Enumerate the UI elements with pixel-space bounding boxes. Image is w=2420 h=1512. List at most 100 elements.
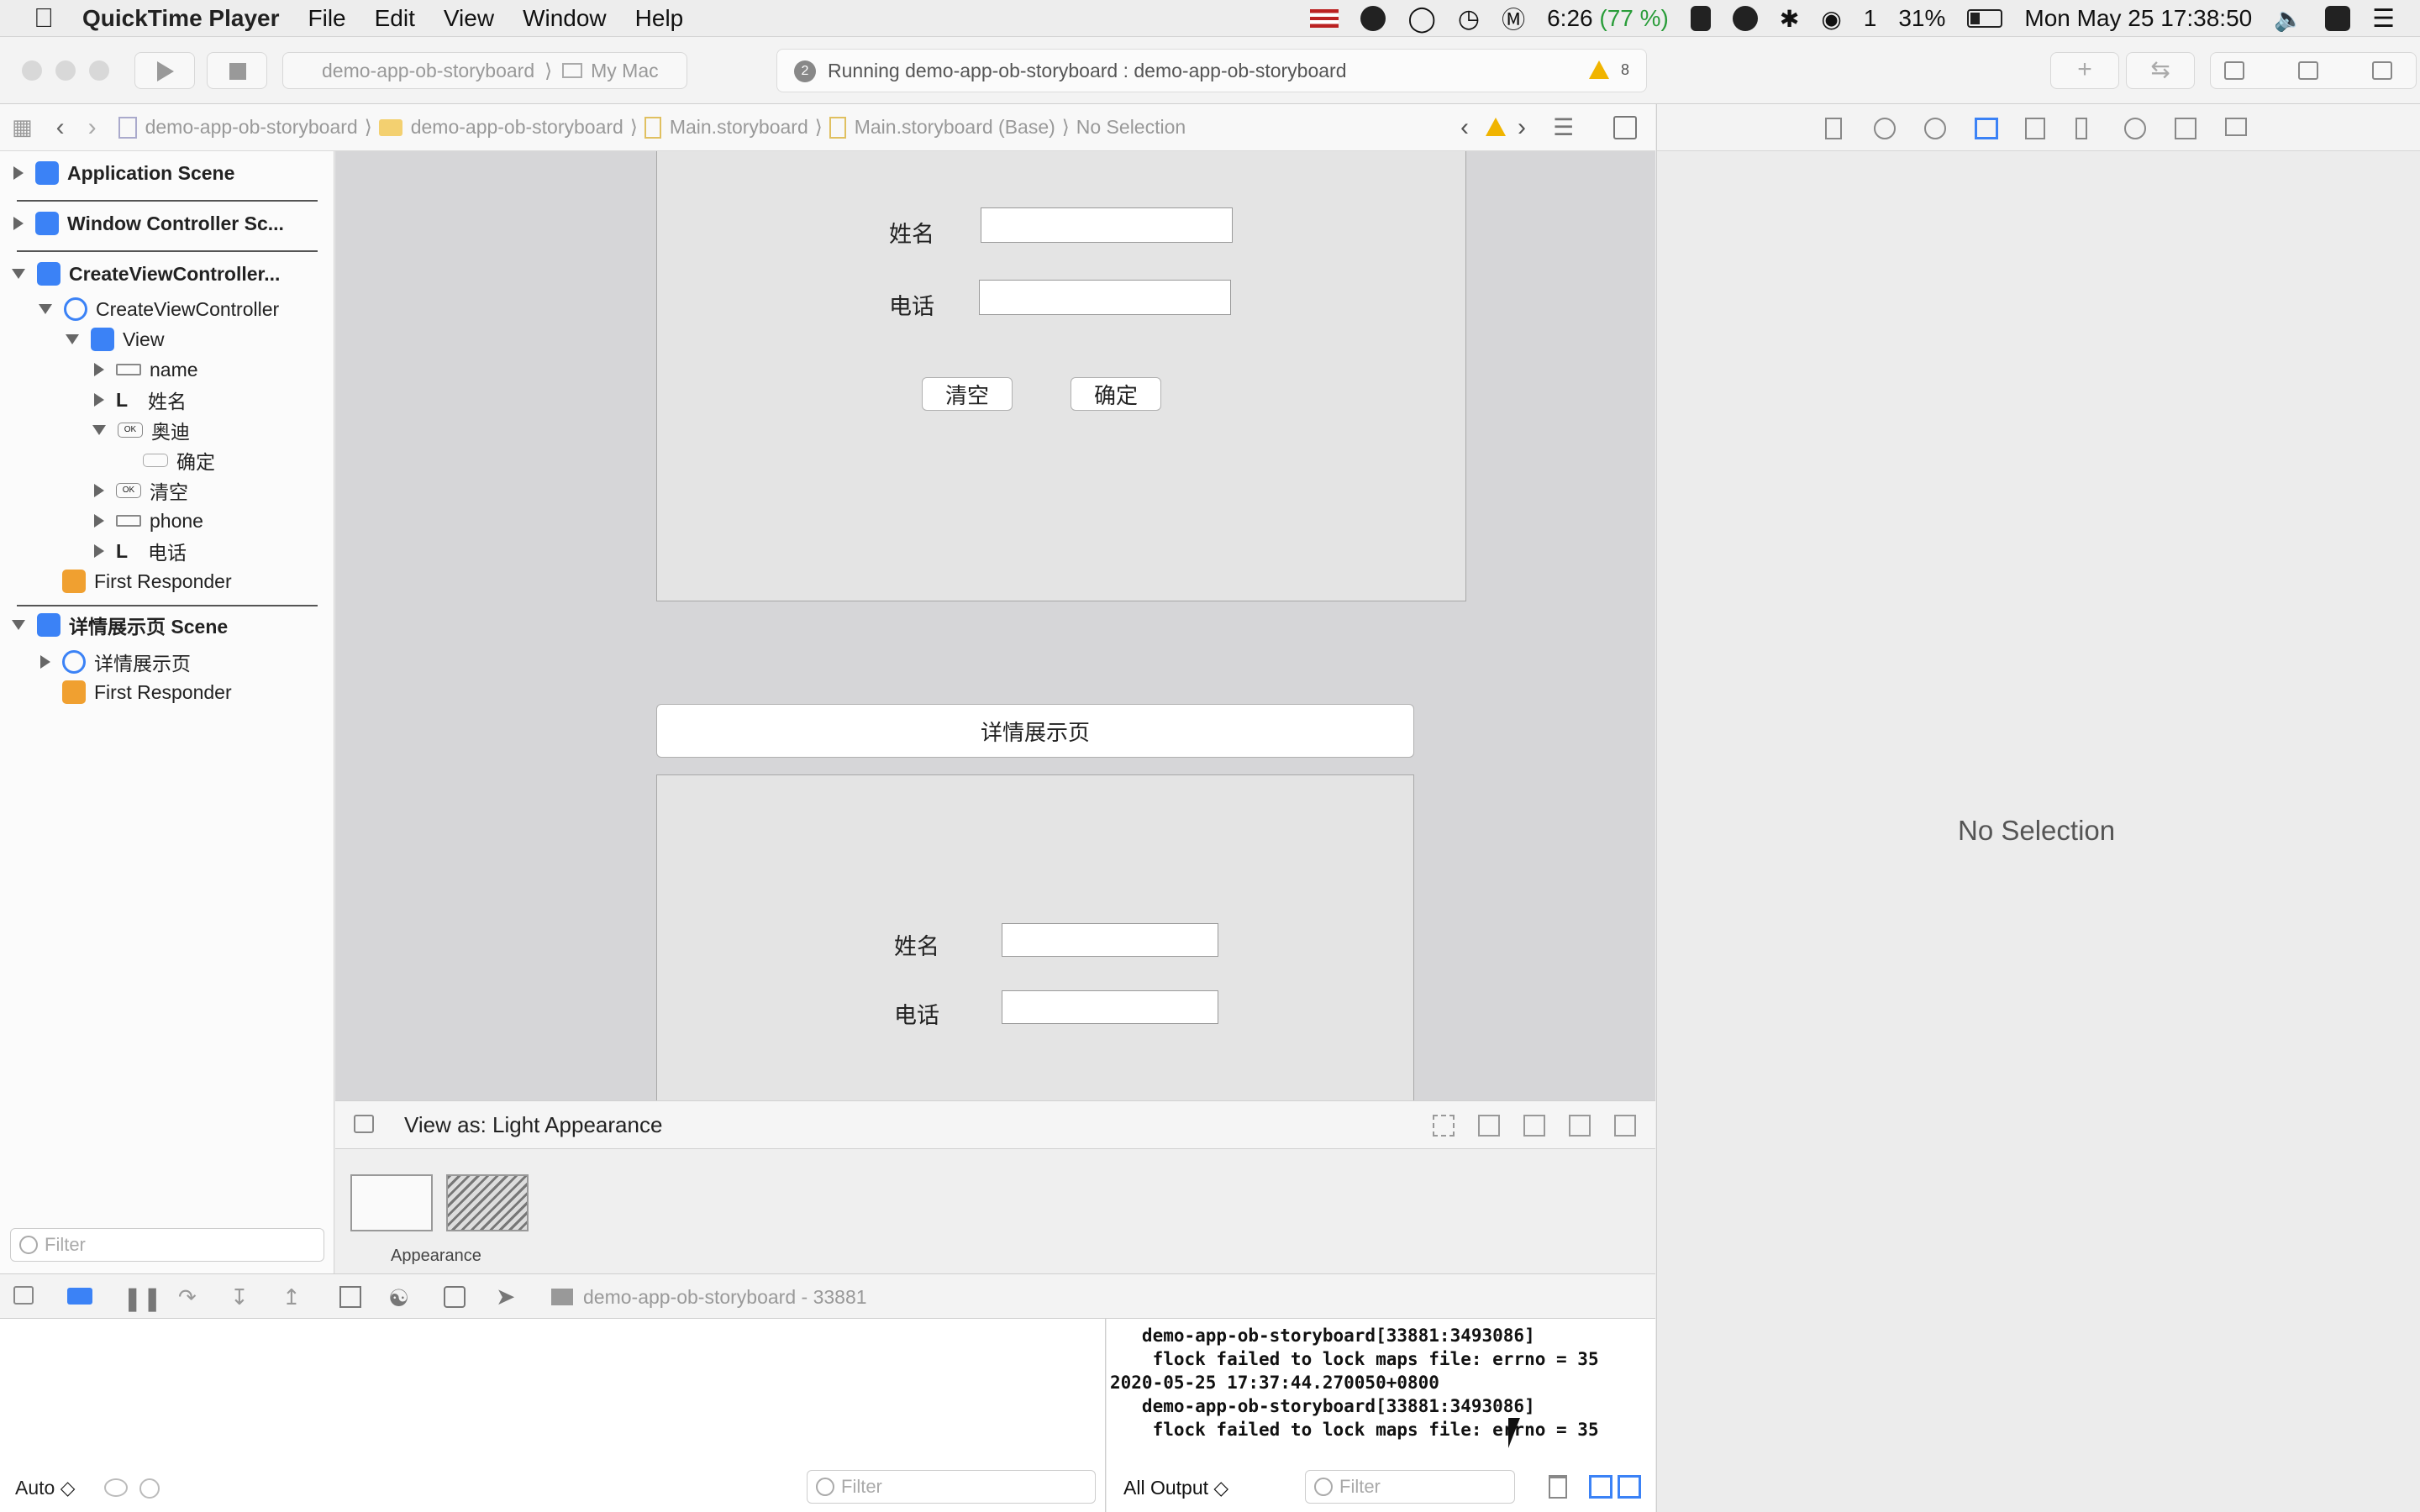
menu-help[interactable]: Help [635, 5, 684, 32]
disclosure-icon[interactable] [66, 334, 79, 344]
form1-clear-button[interactable]: 清空 [922, 377, 1013, 411]
detail-scene-titlebar[interactable]: 详情展示页 [656, 704, 1414, 758]
next-issue-icon[interactable]: › [1518, 113, 1526, 142]
time-machine-icon[interactable]: ◷ [1458, 4, 1480, 34]
effects-inspector-icon[interactable] [2225, 118, 2247, 136]
variables-view[interactable]: Auto ◇ Filter [0, 1319, 1106, 1512]
attributes-inspector-icon[interactable] [2025, 118, 2045, 139]
memory-graph-icon[interactable]: ☯ [388, 1284, 409, 1312]
outline-window-controller-scene[interactable]: Window Controller Sc... [13, 208, 284, 239]
show-console-icon[interactable] [1618, 1475, 1641, 1499]
help-inspector-icon[interactable] [1924, 118, 1946, 139]
wechat-icon[interactable]: ◉ [1821, 5, 1841, 33]
outline-clear-button[interactable]: OK 清空 [94, 475, 188, 506]
apple-icon[interactable]:  [34, 3, 54, 34]
shield-icon[interactable] [1732, 6, 1758, 31]
show-variables-icon[interactable] [1589, 1475, 1612, 1499]
editor-options-icon[interactable]: ☰ [1553, 113, 1574, 141]
close-window-button[interactable] [22, 60, 42, 81]
process-label[interactable]: demo-app-ob-storyboard - 33881 [583, 1286, 867, 1309]
outline-create-vc[interactable]: CreateViewController [39, 294, 279, 324]
eye-icon[interactable] [104, 1478, 128, 1497]
disclosure-icon[interactable] [12, 269, 25, 279]
forward-icon[interactable]: › [88, 113, 97, 142]
bluetooth-icon[interactable]: ✱ [1780, 5, 1799, 33]
chat-bubble-icon[interactable]: ◯ [1407, 4, 1436, 34]
related-items-icon[interactable]: ▦ [12, 114, 33, 140]
outline-application-scene[interactable]: Application Scene [13, 158, 234, 188]
crumb-project[interactable]: demo-app-ob-storyboard [145, 116, 358, 139]
warning-icon[interactable] [1589, 60, 1609, 79]
breakpoints-icon[interactable] [67, 1288, 92, 1305]
form1-ok-button[interactable]: 确定 [1071, 377, 1161, 411]
trash-icon[interactable] [1549, 1475, 1567, 1499]
user-icon[interactable] [2325, 6, 2351, 31]
connections-inspector-icon[interactable] [2124, 118, 2146, 139]
disclosure-icon[interactable] [94, 514, 104, 528]
history-inspector-icon[interactable] [1874, 118, 1896, 139]
outline-phone-field[interactable]: phone [94, 506, 203, 536]
file-inspector-icon[interactable] [1825, 118, 1842, 139]
disclosure-icon[interactable] [13, 166, 24, 180]
disclosure-icon[interactable] [39, 304, 52, 314]
location-icon[interactable]: ➤ [496, 1283, 515, 1310]
outline-view[interactable]: View [66, 324, 164, 354]
minimize-window-button[interactable] [55, 60, 76, 81]
warning-count[interactable]: 8 [1621, 61, 1629, 79]
pause-icon[interactable]: ❚❚ [123, 1284, 162, 1312]
issue-warning-icon[interactable] [1486, 118, 1506, 136]
battery-icon[interactable] [1967, 9, 2003, 28]
outline-name-label[interactable]: L 姓名 [94, 385, 187, 415]
update-frames-icon[interactable] [1433, 1115, 1455, 1137]
detail-view[interactable]: 姓名 电话 [656, 774, 1414, 1100]
console-output[interactable]: demo-app-ob-storyboard[33881:3493086] fl… [1107, 1319, 1655, 1512]
crumb-storyboard-base[interactable]: Main.storyboard (Base) [855, 116, 1055, 139]
identity-inspector-icon[interactable] [1975, 118, 1998, 139]
record-stop-icon[interactable] [1360, 6, 1386, 31]
timer-icon[interactable]: Ⓜ [1502, 2, 1525, 35]
light-appearance-option[interactable] [350, 1174, 433, 1231]
library-button[interactable]: + [2050, 52, 2119, 89]
crumb-selection[interactable]: No Selection [1076, 116, 1186, 139]
size-inspector-icon[interactable] [2075, 118, 2087, 139]
disclosure-icon[interactable] [13, 217, 24, 230]
outline-phone-label[interactable]: L 电话 [94, 536, 187, 566]
stop-button[interactable] [207, 52, 267, 89]
align-icon[interactable] [1478, 1115, 1500, 1137]
console-filter-input[interactable]: Filter [1305, 1470, 1515, 1504]
toggle-debug-area-icon[interactable] [2298, 61, 2318, 80]
create-view-controller-view[interactable]: 姓名 电话 清空 确定 [656, 151, 1466, 601]
disclosure-icon[interactable] [94, 484, 104, 497]
storyboard-canvas[interactable]: 姓名 电话 清空 确定 详情展示页 姓名 电话 [335, 151, 1655, 1100]
toggle-outline-icon[interactable] [354, 1115, 374, 1133]
view-debugger-icon[interactable] [339, 1286, 361, 1308]
prev-issue-icon[interactable]: ‹ [1460, 113, 1469, 142]
form1-phone-field[interactable] [979, 280, 1231, 315]
back-icon[interactable]: ‹ [56, 113, 65, 142]
disclosure-icon[interactable] [40, 655, 50, 669]
form1-name-field[interactable] [981, 207, 1233, 243]
pin-icon[interactable] [1523, 1115, 1545, 1137]
variables-filter-input[interactable]: Filter [807, 1470, 1096, 1504]
control-center-icon[interactable]: ☰ [2372, 4, 2395, 34]
outline-name-field[interactable]: name [94, 354, 198, 385]
activity-viewer[interactable]: 2 Running demo-app-ob-storyboard : demo-… [776, 49, 1647, 92]
info-icon[interactable] [139, 1478, 160, 1499]
dark-appearance-option[interactable] [446, 1174, 529, 1231]
code-review-button[interactable]: ⇆ [2126, 52, 2195, 89]
clock[interactable]: Mon May 25 17:38:50 [2024, 5, 2252, 32]
form2-phone-field[interactable] [1002, 990, 1218, 1024]
toggle-inspector-icon[interactable] [2372, 61, 2392, 80]
menu-window[interactable]: Window [523, 5, 607, 32]
auto-scope-select[interactable]: Auto ◇ [15, 1477, 75, 1499]
outline-filter-input[interactable]: Filter [10, 1228, 324, 1262]
form2-name-field[interactable] [1002, 923, 1218, 957]
resolve-icon[interactable] [1569, 1115, 1591, 1137]
step-into-icon[interactable]: ↧ [230, 1284, 249, 1310]
view-as-label[interactable]: View as: Light Appearance [404, 1112, 662, 1138]
menu-edit[interactable]: Edit [375, 5, 415, 32]
outline-first-responder[interactable]: First Responder [62, 566, 232, 596]
menu-view[interactable]: View [444, 5, 494, 32]
step-over-icon[interactable]: ↷ [178, 1284, 197, 1310]
scheme-selector[interactable]: demo-app-ob-storyboard ⟩ My Mac [282, 52, 687, 89]
